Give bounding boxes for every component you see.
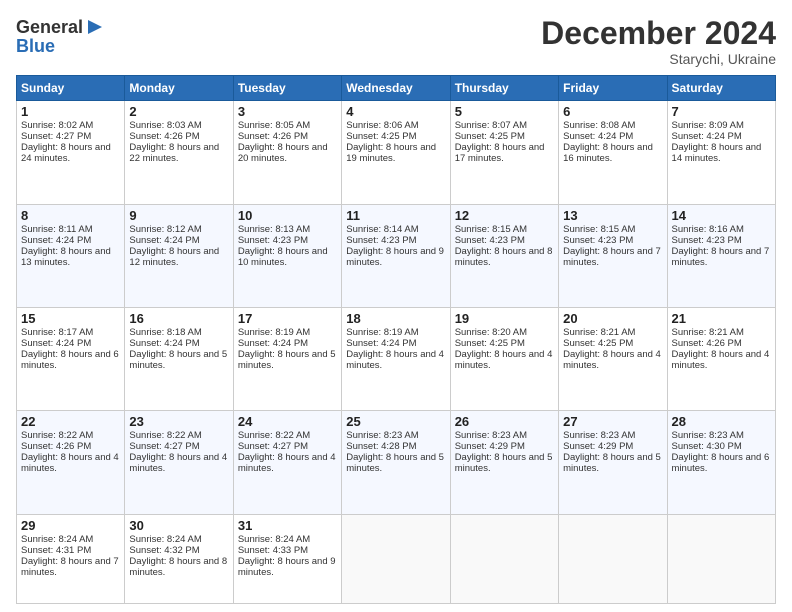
day-cell-19: 19Sunrise: 8:20 AMSunset: 4:25 PMDayligh… xyxy=(450,307,558,410)
empty-cell xyxy=(559,514,667,603)
week-row-4: 22Sunrise: 8:22 AMSunset: 4:26 PMDayligh… xyxy=(17,411,776,514)
day-cell-23: 23Sunrise: 8:22 AMSunset: 4:27 PMDayligh… xyxy=(125,411,233,514)
day-number-1: 1 xyxy=(21,104,120,119)
day-cell-7: 7Sunrise: 8:09 AMSunset: 4:24 PMDaylight… xyxy=(667,101,775,204)
day-cell-12: 12Sunrise: 8:15 AMSunset: 4:23 PMDayligh… xyxy=(450,204,558,307)
day-number-16: 16 xyxy=(129,311,228,326)
empty-cell xyxy=(450,514,558,603)
day-number-6: 6 xyxy=(563,104,662,119)
day-number-28: 28 xyxy=(672,414,771,429)
day-cell-29: 29Sunrise: 8:24 AMSunset: 4:31 PMDayligh… xyxy=(17,514,125,603)
day-cell-30: 30Sunrise: 8:24 AMSunset: 4:32 PMDayligh… xyxy=(125,514,233,603)
day-cell-6: 6Sunrise: 8:08 AMSunset: 4:24 PMDaylight… xyxy=(559,101,667,204)
day-number-11: 11 xyxy=(346,208,445,223)
day-number-22: 22 xyxy=(21,414,120,429)
day-number-26: 26 xyxy=(455,414,554,429)
day-number-19: 19 xyxy=(455,311,554,326)
day-cell-3: 3Sunrise: 8:05 AMSunset: 4:26 PMDaylight… xyxy=(233,101,341,204)
day-cell-8: 8Sunrise: 8:11 AMSunset: 4:24 PMDaylight… xyxy=(17,204,125,307)
day-cell-14: 14Sunrise: 8:16 AMSunset: 4:23 PMDayligh… xyxy=(667,204,775,307)
day-number-15: 15 xyxy=(21,311,120,326)
day-number-13: 13 xyxy=(563,208,662,223)
title-section: December 2024 Starychi, Ukraine xyxy=(541,16,776,67)
day-cell-15: 15Sunrise: 8:17 AMSunset: 4:24 PMDayligh… xyxy=(17,307,125,410)
main-container: General Blue December 2024 Starychi, Ukr… xyxy=(0,0,792,612)
day-number-12: 12 xyxy=(455,208,554,223)
day-cell-4: 4Sunrise: 8:06 AMSunset: 4:25 PMDaylight… xyxy=(342,101,450,204)
calendar-table: Sunday Monday Tuesday Wednesday Thursday… xyxy=(16,75,776,604)
week-row-1: 1Sunrise: 8:02 AMSunset: 4:27 PMDaylight… xyxy=(17,101,776,204)
day-number-23: 23 xyxy=(129,414,228,429)
day-cell-25: 25Sunrise: 8:23 AMSunset: 4:28 PMDayligh… xyxy=(342,411,450,514)
day-cell-16: 16Sunrise: 8:18 AMSunset: 4:24 PMDayligh… xyxy=(125,307,233,410)
day-cell-18: 18Sunrise: 8:19 AMSunset: 4:24 PMDayligh… xyxy=(342,307,450,410)
col-wednesday: Wednesday xyxy=(342,76,450,101)
day-cell-22: 22Sunrise: 8:22 AMSunset: 4:26 PMDayligh… xyxy=(17,411,125,514)
day-number-24: 24 xyxy=(238,414,337,429)
day-cell-5: 5Sunrise: 8:07 AMSunset: 4:25 PMDaylight… xyxy=(450,101,558,204)
day-number-7: 7 xyxy=(672,104,771,119)
day-number-27: 27 xyxy=(563,414,662,429)
day-number-2: 2 xyxy=(129,104,228,119)
day-number-20: 20 xyxy=(563,311,662,326)
col-tuesday: Tuesday xyxy=(233,76,341,101)
empty-cell xyxy=(667,514,775,603)
day-cell-11: 11Sunrise: 8:14 AMSunset: 4:23 PMDayligh… xyxy=(342,204,450,307)
day-cell-1: 1Sunrise: 8:02 AMSunset: 4:27 PMDaylight… xyxy=(17,101,125,204)
day-number-8: 8 xyxy=(21,208,120,223)
week-row-3: 15Sunrise: 8:17 AMSunset: 4:24 PMDayligh… xyxy=(17,307,776,410)
empty-cell xyxy=(342,514,450,603)
day-number-10: 10 xyxy=(238,208,337,223)
col-friday: Friday xyxy=(559,76,667,101)
header: General Blue December 2024 Starychi, Ukr… xyxy=(16,16,776,67)
day-number-9: 9 xyxy=(129,208,228,223)
day-cell-2: 2Sunrise: 8:03 AMSunset: 4:26 PMDaylight… xyxy=(125,101,233,204)
day-cell-21: 21Sunrise: 8:21 AMSunset: 4:26 PMDayligh… xyxy=(667,307,775,410)
day-number-18: 18 xyxy=(346,311,445,326)
logo: General Blue xyxy=(16,16,106,57)
day-cell-28: 28Sunrise: 8:23 AMSunset: 4:30 PMDayligh… xyxy=(667,411,775,514)
day-number-31: 31 xyxy=(238,518,337,533)
week-row-5: 29Sunrise: 8:24 AMSunset: 4:31 PMDayligh… xyxy=(17,514,776,603)
day-number-17: 17 xyxy=(238,311,337,326)
day-cell-9: 9Sunrise: 8:12 AMSunset: 4:24 PMDaylight… xyxy=(125,204,233,307)
location: Starychi, Ukraine xyxy=(541,51,776,67)
week-row-2: 8Sunrise: 8:11 AMSunset: 4:24 PMDaylight… xyxy=(17,204,776,307)
day-cell-20: 20Sunrise: 8:21 AMSunset: 4:25 PMDayligh… xyxy=(559,307,667,410)
day-number-4: 4 xyxy=(346,104,445,119)
col-sunday: Sunday xyxy=(17,76,125,101)
day-number-25: 25 xyxy=(346,414,445,429)
day-cell-31: 31Sunrise: 8:24 AMSunset: 4:33 PMDayligh… xyxy=(233,514,341,603)
logo-general: General xyxy=(16,17,83,38)
day-number-21: 21 xyxy=(672,311,771,326)
day-cell-24: 24Sunrise: 8:22 AMSunset: 4:27 PMDayligh… xyxy=(233,411,341,514)
day-cell-27: 27Sunrise: 8:23 AMSunset: 4:29 PMDayligh… xyxy=(559,411,667,514)
month-title: December 2024 xyxy=(541,16,776,51)
day-number-29: 29 xyxy=(21,518,120,533)
day-cell-10: 10Sunrise: 8:13 AMSunset: 4:23 PMDayligh… xyxy=(233,204,341,307)
day-number-3: 3 xyxy=(238,104,337,119)
logo-blue: Blue xyxy=(16,36,106,57)
day-cell-17: 17Sunrise: 8:19 AMSunset: 4:24 PMDayligh… xyxy=(233,307,341,410)
col-monday: Monday xyxy=(125,76,233,101)
logo-icon xyxy=(84,16,106,38)
col-saturday: Saturday xyxy=(667,76,775,101)
day-number-14: 14 xyxy=(672,208,771,223)
day-cell-13: 13Sunrise: 8:15 AMSunset: 4:23 PMDayligh… xyxy=(559,204,667,307)
day-cell-26: 26Sunrise: 8:23 AMSunset: 4:29 PMDayligh… xyxy=(450,411,558,514)
calendar-header-row: Sunday Monday Tuesday Wednesday Thursday… xyxy=(17,76,776,101)
day-number-5: 5 xyxy=(455,104,554,119)
col-thursday: Thursday xyxy=(450,76,558,101)
day-number-30: 30 xyxy=(129,518,228,533)
